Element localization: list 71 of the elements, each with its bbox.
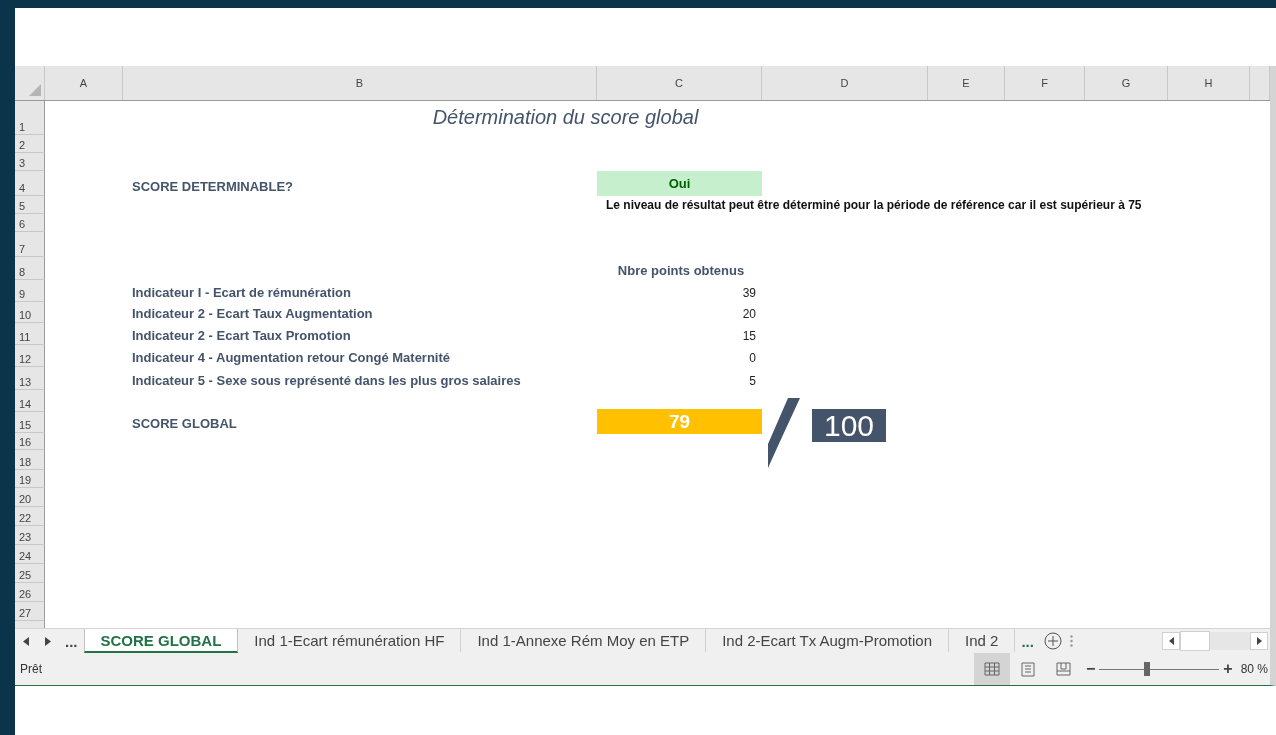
- view-button[interactable]: [973, 653, 1010, 685]
- row-header[interactable]: 4: [15, 171, 45, 196]
- row-header[interactable]: 16: [15, 433, 45, 450]
- row-header[interactable]: 9: [15, 280, 45, 302]
- points-value: 5: [749, 374, 756, 388]
- column-header[interactable]: A: [45, 66, 123, 100]
- column-header[interactable]: D: [762, 66, 928, 100]
- row-header[interactable]: 15: [15, 412, 45, 433]
- page-icon: [1020, 661, 1035, 677]
- scroll-left-button[interactable]: [1162, 632, 1180, 650]
- score-max: 100: [812, 409, 887, 442]
- row-header[interactable]: 2: [15, 135, 45, 153]
- indicator-label: Indicateur I - Ecart de rémunération: [132, 285, 351, 300]
- page-break-icon: [1056, 662, 1072, 676]
- row-header[interactable]: 6: [15, 214, 45, 232]
- caret-right-icon: [1256, 637, 1262, 645]
- row-header[interactable]: 22: [15, 507, 45, 526]
- indicator-label: Indicateur 2 - Ecart Taux Promotion: [132, 328, 351, 343]
- points-value: 0: [749, 351, 756, 365]
- column-header[interactable]: E: [928, 66, 1005, 100]
- row-header[interactable]: 24: [15, 545, 45, 564]
- column-header[interactable]: B: [123, 66, 597, 100]
- slash-shape: [768, 398, 800, 468]
- more-sheets[interactable]: ...: [59, 629, 84, 653]
- row-header[interactable]: 19: [15, 470, 45, 488]
- indicator-label: Indicateur 5 - Sexe sous représenté dans les plus gros salaires: [132, 373, 521, 388]
- row-header[interactable]: 13: [15, 367, 45, 390]
- row-header[interactable]: 7: [15, 232, 45, 257]
- result-note: Le niveau de résultat peut être déterminé pour la période de référence car il est supérieur à 75: [606, 198, 1142, 212]
- caret-left-icon: [1168, 637, 1174, 645]
- caret-left-icon: [23, 636, 29, 646]
- indicator-label: Indicateur 2 - Ecart Taux Augmentation: [132, 306, 373, 321]
- row-header[interactable]: 5: [15, 196, 45, 214]
- row-header[interactable]: 14: [15, 390, 45, 412]
- caret-right-icon: [45, 636, 51, 646]
- score-label: SCORE GLOBAL: [132, 416, 237, 431]
- row-header[interactable]: 20: [15, 488, 45, 507]
- row-header[interactable]: 10: [15, 302, 45, 323]
- row-header[interactable]: 8: [15, 257, 45, 280]
- cell-label: SCORE DETERMINABLE?: [132, 179, 294, 194]
- sheet-tab[interactable]: SCORE GLOBAL: [83, 629, 239, 653]
- row-header[interactable]: 27: [15, 602, 45, 621]
- scroll-thumb[interactable]: [1180, 631, 1210, 651]
- row-header[interactable]: 3: [15, 153, 45, 171]
- row-header[interactable]: 25: [15, 564, 45, 583]
- result-cell: Oui: [597, 171, 762, 196]
- more-sheets[interactable]: ...: [1015, 629, 1040, 653]
- grid-icon: [983, 662, 1000, 676]
- row-header[interactable]: 26: [15, 583, 45, 602]
- indicator-label: Indicateur 4 - Augmentation retour Congé Maternité: [132, 350, 451, 365]
- column-label: Nbre points obtenus: [617, 263, 745, 278]
- row-header[interactable]: 12: [15, 345, 45, 367]
- zoom-out-button[interactable]: −: [1081, 660, 1100, 678]
- points-value: 15: [742, 329, 756, 343]
- points-value: 20: [742, 307, 756, 321]
- row-header[interactable]: 1: [15, 101, 45, 135]
- points-value: 39: [742, 286, 756, 300]
- zoom-thumb[interactable]: [1144, 662, 1151, 676]
- row-header[interactable]: 11: [15, 323, 45, 345]
- row-header[interactable]: 23: [15, 526, 45, 545]
- column-header[interactable]: G: [1085, 66, 1168, 100]
- zoom-level[interactable]: 80 %: [1236, 662, 1270, 676]
- scroll-right-button[interactable]: [1250, 632, 1268, 650]
- column-header[interactable]: H: [1168, 66, 1250, 100]
- column-header[interactable]: C: [597, 66, 762, 100]
- column-header[interactable]: F: [1005, 66, 1085, 100]
- sheet-title: Détermination du score global: [432, 106, 699, 130]
- score-value: 79: [597, 409, 762, 434]
- zoom-in-button[interactable]: +: [1219, 660, 1237, 678]
- row-header[interactable]: 18: [15, 450, 45, 470]
- status-text: Prêt: [20, 662, 42, 676]
